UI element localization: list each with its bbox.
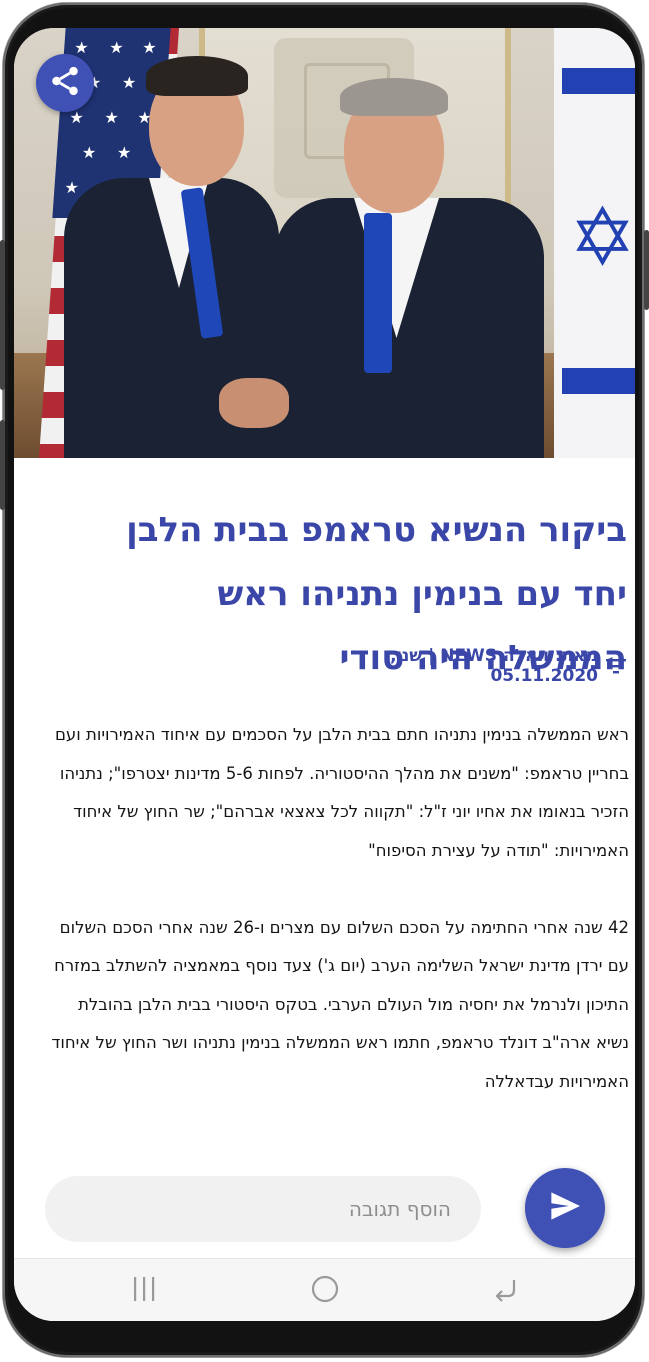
filter-icon[interactable] (606, 657, 626, 675)
screen: ★★★ ★★ ★★★ ★★ ★★★ ✡ (14, 28, 635, 1321)
recents-button[interactable] (104, 1259, 184, 1321)
share-icon (48, 64, 82, 102)
home-icon (310, 1274, 340, 1308)
back-button[interactable] (466, 1259, 546, 1321)
send-button[interactable] (525, 1168, 605, 1248)
bixby-button (0, 420, 5, 510)
article-byline: מאת: וואלה NEWS | שני, 05.11.2020 (390, 646, 598, 686)
star-of-david-icon: ✡ (569, 191, 635, 284)
israel-flag-stripe-top (562, 68, 635, 94)
article-meta: מאת: וואלה NEWS | שני, 05.11.2020 (314, 646, 626, 686)
home-button[interactable] (285, 1259, 365, 1321)
article-paragraph: 42 שנה אחרי החתימה על הסכם השלום עם מצרי… (51, 917, 629, 1091)
android-navigation-bar (14, 1258, 635, 1321)
back-icon (492, 1276, 520, 1306)
recents-icon (131, 1275, 157, 1307)
power-button (644, 230, 649, 310)
volume-button (0, 240, 5, 390)
article-paragraph: ראש הממשלה בנימין נתניהו חתם בבית הלבן ע… (54, 725, 629, 860)
article-body: ראש הממשלה בנימין נתניהו חתם בבית הלבן ע… (44, 716, 629, 1140)
send-icon (548, 1191, 582, 1225)
share-button[interactable] (36, 54, 94, 112)
comment-input[interactable] (45, 1176, 481, 1242)
article-hero-image: ★★★ ★★ ★★★ ★★ ★★★ ✡ (14, 28, 635, 458)
handshake (219, 378, 289, 428)
israel-flag-stripe-bottom (562, 368, 635, 394)
